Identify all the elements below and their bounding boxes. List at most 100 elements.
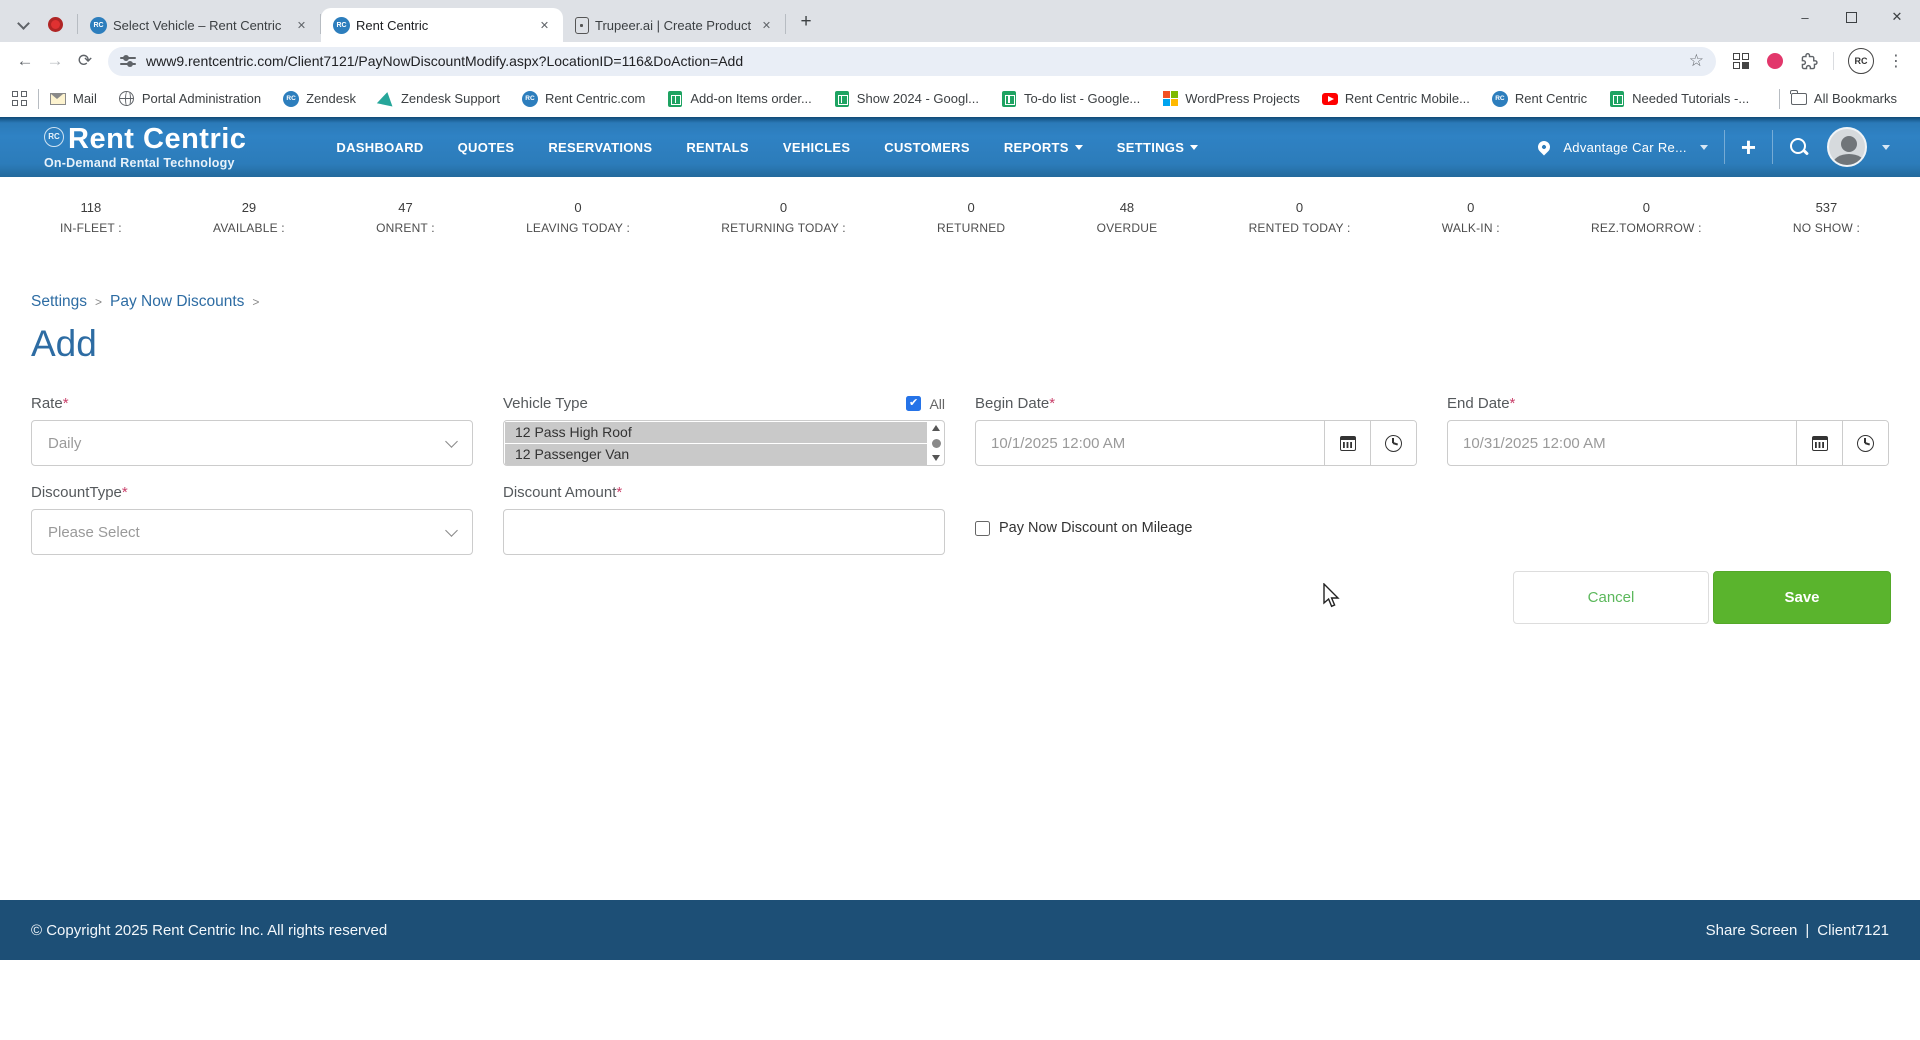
breadcrumb-pay-now-discounts-link[interactable]: Pay Now Discounts [110, 293, 244, 311]
nav-reservations[interactable]: RESERVATIONS [548, 140, 652, 155]
nav-label: SETTINGS [1117, 140, 1184, 155]
stat-label: ONRENT : [376, 221, 435, 235]
bookmarks-separator [1779, 89, 1780, 109]
search-icon[interactable] [1789, 137, 1809, 157]
address-bar[interactable]: www9.rentcentric.com/Client7121/PayNowDi… [108, 47, 1716, 76]
all-bookmarks-button[interactable]: All Bookmarks [1791, 91, 1897, 107]
sheets-icon [1609, 91, 1625, 107]
nav-dashboard[interactable]: DASHBOARD [336, 140, 423, 155]
browser-tab-select-vehicle[interactable]: RC Select Vehicle – Rent Centric ✕ [78, 8, 320, 42]
trupeer-favicon [575, 17, 589, 34]
tab-search-chevron-icon[interactable] [8, 8, 38, 42]
mileage-checkbox-row[interactable]: Pay Now Discount on Mileage [975, 520, 1417, 536]
ms-grid-icon [1162, 91, 1178, 107]
listbox-scrollbar[interactable] [928, 421, 944, 465]
bookmark-rentcentric-mobile[interactable]: Rent Centric Mobile... [1322, 91, 1470, 107]
main-nav: DASHBOARD QUOTES RESERVATIONS RENTALS VE… [336, 140, 1198, 155]
window-maximize-button[interactable] [1828, 0, 1874, 34]
chevron-down-icon [1190, 145, 1198, 150]
all-checkbox-group[interactable]: All [906, 396, 945, 412]
breadcrumb-separator: > [252, 295, 259, 309]
extensions-puzzle-icon[interactable] [1801, 53, 1818, 70]
window-close-button[interactable]: ✕ [1874, 0, 1920, 34]
discount-amount-input[interactable] [503, 509, 945, 555]
vehicle-type-option[interactable]: 12 Pass High Roof [505, 422, 927, 443]
end-date-input[interactable] [1448, 421, 1796, 465]
begin-date-time-button[interactable] [1370, 421, 1416, 465]
site-settings-icon[interactable] [120, 54, 136, 68]
nav-settings[interactable]: SETTINGS [1117, 140, 1198, 155]
end-date-field-group: End Date* [1447, 395, 1889, 466]
all-checkbox[interactable] [906, 396, 921, 411]
tab-close-icon[interactable]: ✕ [536, 17, 553, 34]
nav-vehicles[interactable]: VEHICLES [783, 140, 850, 155]
chevron-down-icon [1075, 145, 1083, 150]
chevron-down-icon[interactable] [1882, 145, 1890, 150]
tab-close-icon[interactable]: ✕ [293, 17, 310, 34]
window-minimize-button[interactable]: – [1782, 0, 1828, 34]
rate-select-value: Daily [48, 435, 81, 452]
bookmark-todo-list[interactable]: To-do list - Google... [1001, 91, 1140, 107]
browser-toolbar: ← → ⟳ www9.rentcentric.com/Client7121/Pa… [0, 42, 1920, 80]
user-avatar[interactable] [1827, 127, 1867, 167]
nav-rentals[interactable]: RENTALS [686, 140, 749, 155]
rate-select[interactable]: Daily [31, 420, 473, 466]
bookmark-zendesk[interactable]: RCZendesk [283, 91, 356, 107]
stat-label: OVERDUE [1097, 221, 1158, 235]
bookmark-star-icon[interactable]: ☆ [1689, 51, 1704, 71]
bookmark-zendesk-support[interactable]: Zendesk Support [378, 91, 500, 107]
recording-extension-icon[interactable] [1767, 53, 1783, 69]
browser-tab-trupeer[interactable]: Trupeer.ai | Create Product Vide ✕ [563, 8, 785, 42]
stat-leaving-today: 0LEAVING TODAY : [526, 200, 630, 235]
location-selector[interactable]: Advantage Car Re... [1538, 140, 1708, 155]
begin-date-input[interactable] [976, 421, 1324, 465]
url-text[interactable]: www9.rentcentric.com/Client7121/PayNowDi… [146, 53, 1681, 69]
back-button[interactable]: ← [10, 46, 40, 76]
begin-date-calendar-button[interactable] [1324, 421, 1370, 465]
bookmark-addon-items[interactable]: Add-on Items order... [667, 91, 811, 107]
bookmark-rent-centric[interactable]: RCRent Centric [1492, 91, 1587, 107]
end-date-time-button[interactable] [1842, 421, 1888, 465]
scroll-up-icon[interactable] [932, 425, 940, 431]
nav-customers[interactable]: CUSTOMERS [884, 140, 970, 155]
recording-indicator-icon[interactable] [48, 17, 63, 32]
browser-profile-avatar[interactable]: RC [1848, 48, 1874, 74]
nav-label: RENTALS [686, 140, 749, 155]
bookmark-label: Portal Administration [142, 91, 261, 106]
bookmark-needed-tutorials[interactable]: Needed Tutorials -... [1609, 91, 1749, 107]
tab-close-icon[interactable]: ✕ [758, 17, 775, 34]
forward-button[interactable]: → [40, 46, 70, 76]
bookmark-rentcentric-com[interactable]: RCRent Centric.com [522, 91, 645, 107]
reload-button[interactable]: ⟳ [70, 46, 100, 76]
vehicle-type-option[interactable]: 12 Passenger Van [505, 444, 927, 465]
bookmark-wordpress-projects[interactable]: WordPress Projects [1162, 91, 1300, 107]
rentcentric-logo[interactable]: RC Rent Centric On-Demand Rental Technol… [44, 125, 246, 170]
share-screen-link[interactable]: Share Screen [1706, 922, 1798, 939]
calendar-icon [1812, 436, 1828, 451]
vehicle-type-listbox[interactable]: 12 Pass High Roof 12 Passenger Van [503, 420, 945, 466]
add-new-button[interactable]: + [1741, 134, 1756, 160]
discount-type-select[interactable]: Please Select [31, 509, 473, 555]
nav-label: CUSTOMERS [884, 140, 970, 155]
save-button[interactable]: Save [1713, 571, 1891, 624]
end-date-calendar-button[interactable] [1796, 421, 1842, 465]
nav-reports[interactable]: REPORTS [1004, 140, 1083, 155]
nav-quotes[interactable]: QUOTES [458, 140, 515, 155]
apps-grid-icon[interactable] [12, 91, 28, 107]
scroll-down-icon[interactable] [932, 455, 940, 461]
capture-extension-icon[interactable] [1733, 53, 1749, 69]
bookmark-label: Zendesk [306, 91, 356, 106]
discount-type-select-value: Please Select [48, 524, 140, 541]
stat-no-show: 537NO SHOW : [1793, 200, 1860, 235]
bookmark-mail[interactable]: Mail [50, 91, 97, 107]
mileage-checkbox[interactable] [975, 521, 990, 536]
new-tab-button[interactable]: + [792, 8, 820, 36]
browser-menu-icon[interactable]: ⋮ [1888, 51, 1904, 71]
bookmark-show-2024[interactable]: Show 2024 - Googl... [834, 91, 979, 107]
nav-label: RESERVATIONS [548, 140, 652, 155]
bookmark-portal-administration[interactable]: Portal Administration [119, 91, 261, 107]
browser-tab-rent-centric-active[interactable]: RC Rent Centric ✕ [321, 8, 563, 42]
cancel-button[interactable]: Cancel [1513, 571, 1709, 624]
scrollbar-thumb[interactable] [932, 439, 941, 448]
breadcrumb-settings-link[interactable]: Settings [31, 293, 87, 311]
